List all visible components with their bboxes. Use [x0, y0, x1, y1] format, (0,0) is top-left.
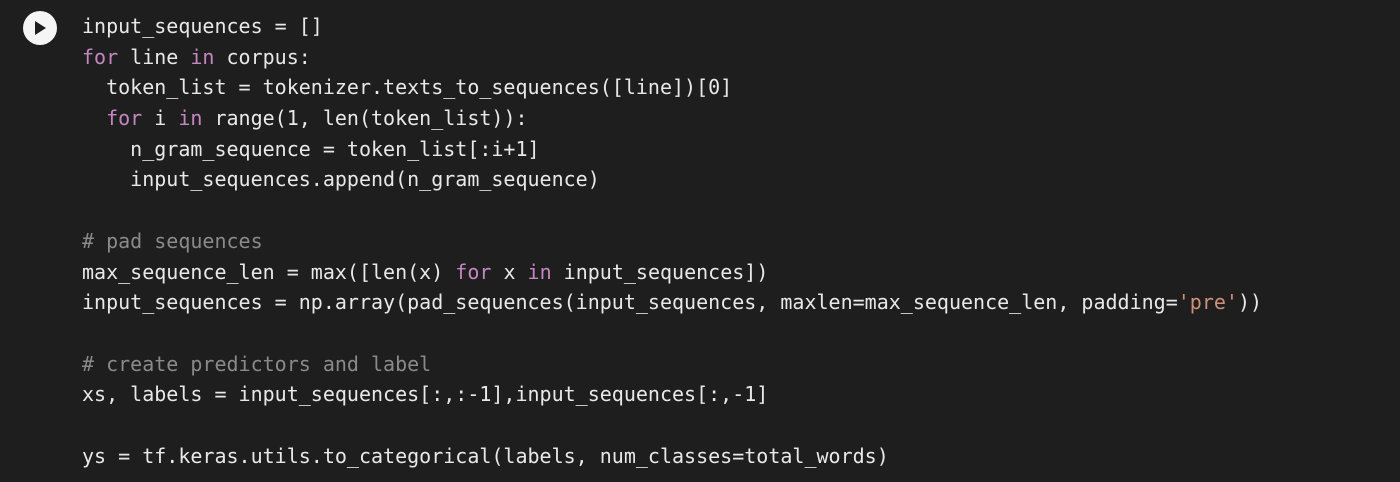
keyword-token: for: [455, 259, 492, 284]
code-token: input_sequences = np.array(pad_sequences…: [82, 290, 1178, 315]
string-token: 'pre': [1177, 290, 1238, 315]
code-line: token_list = tokenizer.texts_to_sequence…: [82, 72, 1262, 103]
code-line: # pad sequences: [82, 226, 1262, 257]
keyword-token: for: [82, 44, 119, 69]
code-token: n_gram_sequence = token_list[:i+1]: [82, 136, 540, 161]
code-token: xs, labels = input_sequences[:,:-1],inpu…: [82, 382, 769, 407]
run-cell-button[interactable]: [23, 11, 57, 45]
code-token: corpus:: [214, 44, 311, 69]
code-line: input_sequences.append(n_gram_sequence): [82, 164, 1262, 195]
comment-token: # pad sequences: [82, 228, 263, 253]
code-line: # create predictors and label: [82, 349, 1262, 380]
code-token: ys = tf.keras.utils.to_categorical(label…: [82, 443, 889, 468]
code-token: input_sequences]): [551, 259, 769, 284]
code-line: input_sequences = []: [82, 11, 1262, 42]
code-token: token_list = tokenizer.texts_to_sequence…: [82, 75, 733, 100]
code-token: line: [118, 44, 191, 69]
code-line: for i in range(1, len(token_list)):: [82, 103, 1262, 134]
code-token: x: [491, 259, 528, 284]
code-token: i: [142, 106, 179, 131]
code-line: xs, labels = input_sequences[:,:-1],inpu…: [82, 379, 1262, 410]
keyword-token: in: [190, 44, 215, 69]
code-token: input_sequences = []: [82, 14, 323, 38]
code-token: max_sequence_len = max([len(x): [82, 259, 456, 284]
code-line: ys = tf.keras.utils.to_categorical(label…: [82, 441, 1262, 472]
code-token: input_sequences.append(n_gram_sequence): [82, 167, 600, 192]
comment-token: # create predictors and label: [82, 351, 432, 376]
code-line: n_gram_sequence = token_list[:i+1]: [82, 134, 1262, 165]
code-token: range(1, len(token_list)):: [202, 106, 528, 131]
code-line: for line in corpus:: [82, 42, 1262, 73]
code-token: )): [1237, 290, 1263, 315]
keyword-token: in: [178, 106, 203, 131]
code-editor[interactable]: input_sequences = [] for line in corpus: …: [82, 11, 1262, 471]
code-line: input_sequences = np.array(pad_sequences…: [82, 287, 1262, 318]
keyword-token: in: [527, 259, 552, 284]
code-line: max_sequence_len = max([len(x) for x in …: [82, 257, 1262, 288]
keyword-token: for: [106, 106, 143, 131]
code-cell[interactable]: input_sequences = [] for line in corpus: …: [0, 0, 1400, 482]
play-icon: [33, 20, 47, 36]
